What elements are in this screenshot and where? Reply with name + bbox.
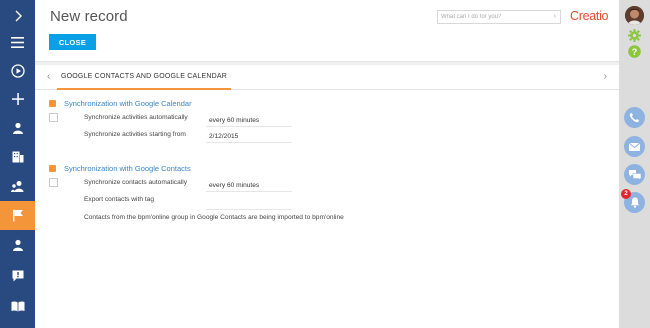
contacts-icon[interactable] bbox=[0, 114, 35, 142]
users-icon[interactable] bbox=[0, 172, 35, 200]
contacts-info-text: Contacts from the bpm'online group in Go… bbox=[84, 214, 344, 221]
accounts-icon[interactable] bbox=[0, 143, 35, 171]
section-title-calendar[interactable]: Synchronization with Google Calendar bbox=[64, 99, 192, 108]
contacts-sync-auto-field[interactable]: every 60 minutes bbox=[206, 181, 292, 192]
main-area: New record CLOSE › Creatio ‹ GOOGLE CONT… bbox=[35, 0, 619, 328]
left-sidebar bbox=[0, 0, 35, 328]
command-search-input[interactable] bbox=[441, 12, 545, 22]
command-search[interactable]: › bbox=[437, 10, 561, 24]
svg-text:?: ? bbox=[632, 47, 638, 57]
section-toggle-calendar[interactable] bbox=[49, 100, 56, 107]
messages-icon[interactable] bbox=[624, 164, 645, 185]
avatar[interactable] bbox=[625, 6, 644, 25]
tab-google-contacts-calendar[interactable]: GOOGLE CONTACTS AND GOOGLE CALENDAR bbox=[57, 73, 231, 90]
contacts-sync-checkbox[interactable] bbox=[49, 178, 58, 187]
contact-icon[interactable] bbox=[0, 231, 35, 259]
calendar-sync-start-label: Synchronize activities starting from bbox=[84, 131, 186, 138]
collapse-sidebar-icon[interactable] bbox=[0, 2, 35, 30]
close-button[interactable]: CLOSE bbox=[49, 34, 96, 50]
section-title-contacts[interactable]: Synchronization with Google Contacts bbox=[64, 164, 191, 173]
help-icon[interactable]: ? bbox=[628, 45, 641, 63]
play-icon[interactable] bbox=[0, 57, 35, 85]
contacts-sync-auto-label: Synchronize contacts automatically bbox=[84, 179, 187, 186]
chat-icon[interactable] bbox=[0, 262, 35, 290]
calendar-sync-auto-field[interactable]: every 60 minutes bbox=[206, 116, 292, 127]
contacts-export-tag-field[interactable] bbox=[206, 199, 292, 210]
contacts-export-tag-label: Export contacts with tag bbox=[84, 196, 155, 203]
right-sidebar: ? 2 bbox=[619, 0, 650, 328]
chevron-right-icon[interactable]: › bbox=[554, 13, 556, 20]
section-toggle-contacts[interactable] bbox=[49, 165, 56, 172]
chevron-left-icon[interactable]: ‹ bbox=[47, 71, 50, 82]
flag-icon[interactable] bbox=[0, 201, 35, 230]
email-icon[interactable] bbox=[624, 136, 645, 157]
notification-badge: 2 bbox=[621, 189, 631, 199]
book-icon[interactable] bbox=[0, 292, 35, 320]
logo: Creatio bbox=[570, 9, 609, 23]
plus-icon[interactable] bbox=[0, 85, 35, 113]
chevron-right-icon[interactable]: › bbox=[604, 71, 607, 82]
calendar-sync-start-field[interactable]: 2/12/2015 bbox=[206, 132, 292, 143]
menu-icon[interactable] bbox=[0, 28, 35, 56]
calendar-sync-auto-label: Synchronize activities automatically bbox=[84, 114, 188, 121]
page-header: New record CLOSE › Creatio bbox=[35, 0, 619, 62]
tabs-row: ‹ GOOGLE CONTACTS AND GOOGLE CALENDAR › bbox=[35, 65, 619, 90]
phone-icon[interactable] bbox=[624, 107, 645, 128]
calendar-sync-checkbox[interactable] bbox=[49, 113, 58, 122]
record-content: ‹ GOOGLE CONTACTS AND GOOGLE CALENDAR › … bbox=[35, 65, 619, 328]
page-title: New record bbox=[50, 8, 128, 25]
